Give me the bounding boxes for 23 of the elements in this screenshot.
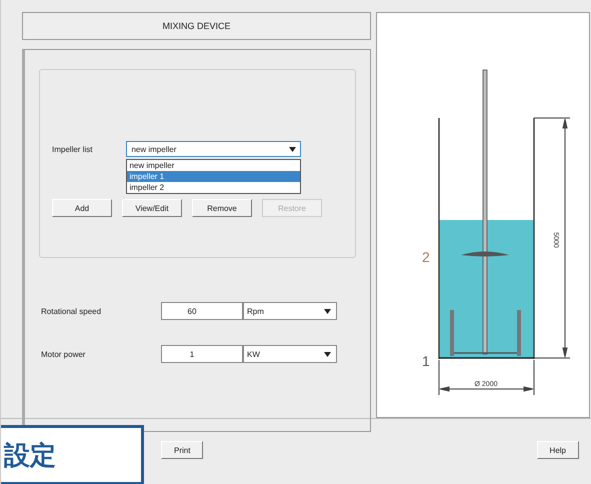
action-button[interactable]: Remove bbox=[192, 199, 252, 217]
parameter-label: Motor power bbox=[41, 350, 86, 358]
impeller-list-label: Impeller list bbox=[52, 144, 92, 154]
parameter-input[interactable]: 60 bbox=[161, 302, 243, 320]
impeller-option[interactable]: new impeller bbox=[127, 160, 300, 171]
help-button[interactable]: Help bbox=[536, 441, 579, 459]
impeller-marker: 2 bbox=[422, 249, 430, 265]
dialog-title: MIXING DEVICE bbox=[22, 12, 371, 40]
parameter-label: Rotational speed bbox=[41, 306, 102, 316]
action-button[interactable]: View/Edit bbox=[122, 199, 182, 217]
print-button[interactable]: Print bbox=[161, 441, 204, 459]
dropdown-arrow-icon bbox=[289, 146, 296, 152]
unit-dropdown[interactable]: KW bbox=[243, 345, 337, 363]
impeller-dropdown[interactable]: new impeller bbox=[126, 141, 302, 157]
parameter-input[interactable]: 1 bbox=[161, 345, 243, 363]
unit-dropdown[interactable]: Rpm bbox=[243, 302, 337, 320]
bottom-marker: 1 bbox=[422, 353, 430, 369]
impeller-option[interactable]: impeller 2 bbox=[127, 182, 300, 193]
dropdown-arrow-icon bbox=[324, 308, 331, 314]
impeller-option[interactable]: impeller 1 bbox=[127, 171, 300, 182]
dropdown-arrow-icon bbox=[324, 352, 331, 356]
action-button[interactable]: Add bbox=[52, 199, 112, 217]
caption-label: 設定 bbox=[1, 425, 144, 484]
